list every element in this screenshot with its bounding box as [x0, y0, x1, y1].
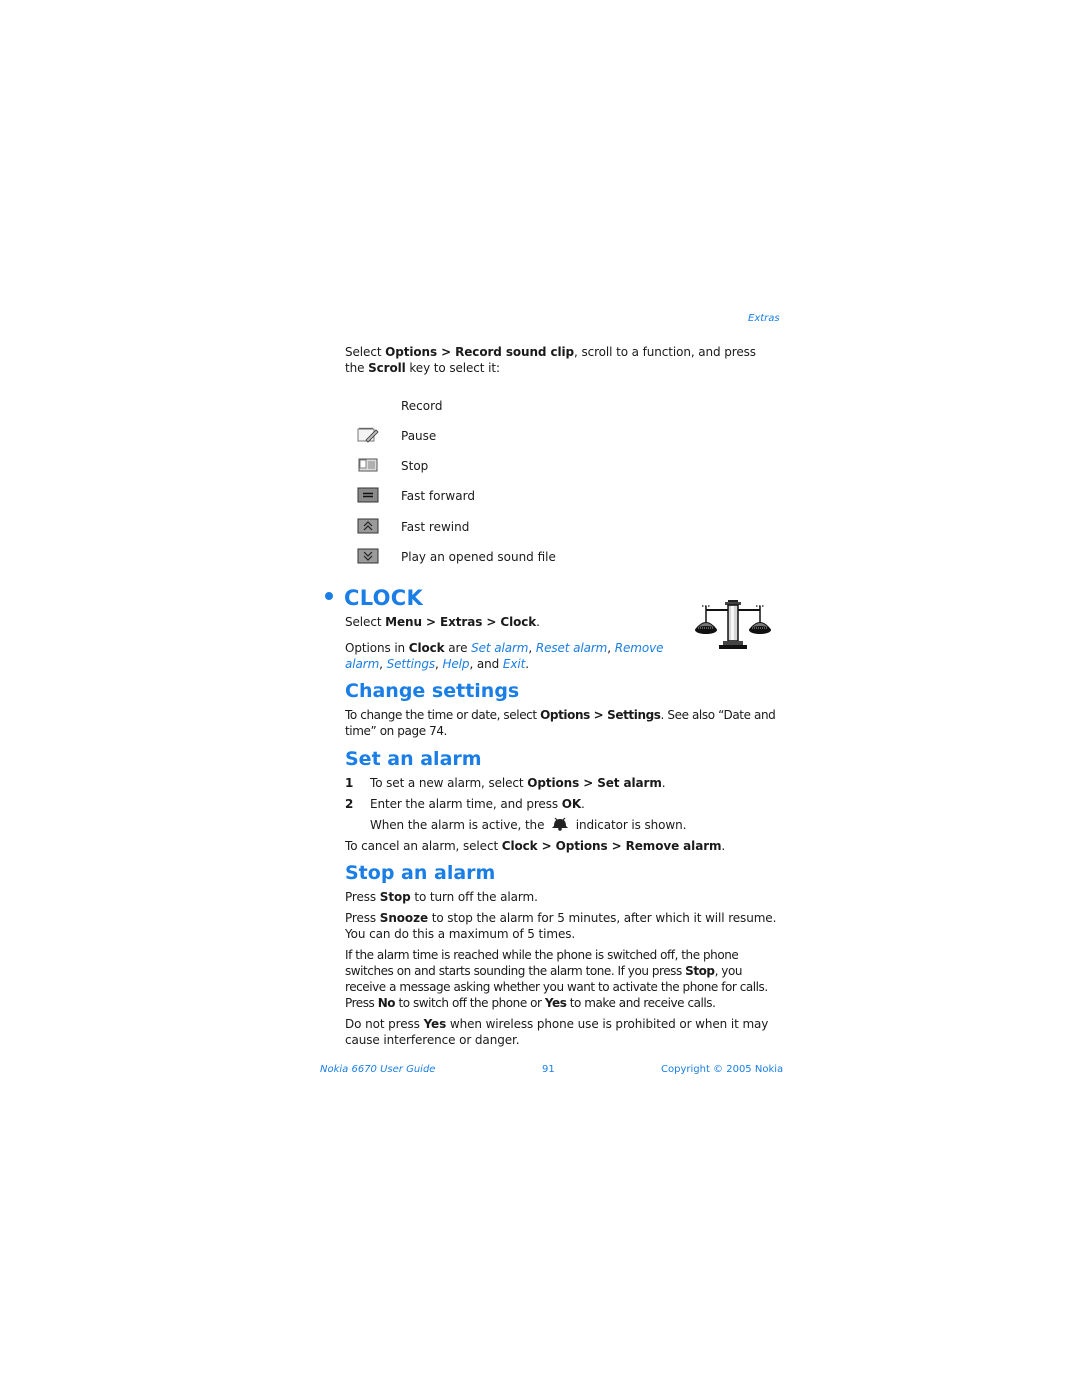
text: . [581, 797, 585, 811]
key-name: Yes [423, 1017, 447, 1031]
text: Enter the alarm time, and press [370, 797, 562, 811]
key-name: No [377, 996, 396, 1010]
section-header: Extras [748, 313, 780, 324]
function-item-stop: Stop [357, 457, 657, 477]
key-name: OK [561, 797, 582, 811]
text: When the alarm is active, the [370, 818, 549, 832]
text: Press [345, 890, 380, 904]
text: Select [345, 345, 386, 359]
cancel-alarm-paragraph: To cancel an alarm, select Clock > Optio… [345, 838, 725, 854]
function-label: Play an opened sound file [401, 550, 556, 564]
bullet-icon [325, 592, 333, 600]
key-name: Scroll [368, 361, 406, 375]
step-number: 2 [345, 797, 354, 811]
key-name: Yes [544, 996, 567, 1010]
function-label: Pause [401, 429, 437, 443]
text: Options in [345, 641, 409, 655]
text: . [661, 776, 666, 790]
text: Press [345, 911, 380, 925]
text: indicator is shown. [572, 818, 687, 832]
change-settings-paragraph: To change the time or date, select Optio… [345, 707, 777, 739]
card-icon [358, 458, 378, 472]
key-name: Stop [379, 890, 411, 904]
up-chevrons-button-icon [357, 518, 379, 534]
stop-paragraph-3: If the alarm time is reached while the p… [345, 947, 779, 1011]
step-item: 2 Enter the alarm time, and press OK. [345, 796, 775, 812]
heading-stop-alarm: Stop an alarm [345, 862, 496, 884]
separator: , [607, 641, 615, 655]
text: If the alarm time is reached while the p… [345, 948, 739, 978]
step-item: 1 To set a new alarm, select Options > Se… [345, 775, 775, 791]
alarm-indicator-note: When the alarm is active, the indicator … [370, 817, 686, 833]
scales-icon [694, 600, 772, 649]
function-item-pause: Pause [357, 427, 657, 447]
text: to switch off the phone or [395, 996, 545, 1010]
stop-paragraph-1: Press Stop to turn off the alarm. [345, 889, 538, 905]
alarm-bell-icon [552, 817, 569, 831]
option-exit: Exit [502, 657, 526, 671]
option-help: Help [442, 657, 470, 671]
clock-options: Options in Clock are Set alarm, Reset al… [345, 640, 685, 672]
function-label: Record [401, 399, 443, 413]
down-chevrons-button-icon [357, 548, 379, 564]
clock-select-path: Select Menu > Extras > Clock. [345, 614, 540, 630]
text: to turn off the alarm. [410, 890, 538, 904]
separator: . [525, 657, 529, 671]
app-name: Clock [408, 641, 445, 655]
text: Select [345, 615, 386, 629]
heading-set-alarm: Set an alarm [345, 748, 482, 770]
menu-path: Options > Record sound clip [385, 345, 575, 359]
key-name: Stop [685, 964, 715, 978]
function-item-play: Play an opened sound file [357, 548, 657, 568]
stop-paragraph-2: Press Snooze to stop the alarm for 5 min… [345, 910, 777, 942]
menu-path: Menu > Extras > Clock [385, 615, 537, 629]
text: To change the time or date, select [345, 708, 541, 722]
option-reset-alarm: Reset alarm [535, 641, 608, 655]
menu-path: Options > Settings [540, 708, 661, 722]
heading-change-settings: Change settings [345, 680, 520, 702]
text: to make and receive calls. [566, 996, 716, 1010]
function-label: Stop [401, 459, 429, 473]
menu-path: Options > Set alarm [527, 776, 662, 790]
key-name: Snooze [379, 911, 428, 925]
text: key to select it: [405, 361, 500, 375]
footer-guide-title: Nokia 6670 User Guide [320, 1064, 436, 1075]
function-item-record: Record [357, 397, 657, 417]
text: are [444, 641, 472, 655]
separator: , [379, 657, 387, 671]
step-number: 1 [345, 776, 354, 790]
equals-button-icon [357, 487, 379, 503]
function-label: Fast rewind [401, 520, 470, 534]
page-number: 91 [542, 1064, 555, 1075]
separator: , and [469, 657, 503, 671]
notepad-pencil-icon [357, 427, 379, 443]
option-set-alarm: Set alarm [471, 641, 529, 655]
title-text: CLOCK [344, 586, 424, 610]
stop-paragraph-4: Do not press Yes when wireless phone use… [345, 1016, 779, 1048]
text: To cancel an alarm, select [345, 839, 502, 853]
menu-path: Clock > Options > Remove alarm [501, 839, 722, 853]
separator: , [528, 641, 536, 655]
text: Do not press [345, 1017, 424, 1031]
function-item-fast-forward: Fast forward [357, 487, 657, 507]
function-item-fast-rewind: Fast rewind [357, 518, 657, 538]
text: . [721, 839, 726, 853]
function-label: Fast forward [401, 489, 475, 503]
text: . [536, 615, 540, 629]
intro-paragraph: Select Options > Record sound clip, scro… [345, 344, 765, 376]
section-title-clock: CLOCK [325, 586, 423, 610]
footer-copyright: Copyright © 2005 Nokia [661, 1064, 784, 1075]
text: To set a new alarm, select [370, 776, 528, 790]
option-settings: Settings [386, 657, 436, 671]
